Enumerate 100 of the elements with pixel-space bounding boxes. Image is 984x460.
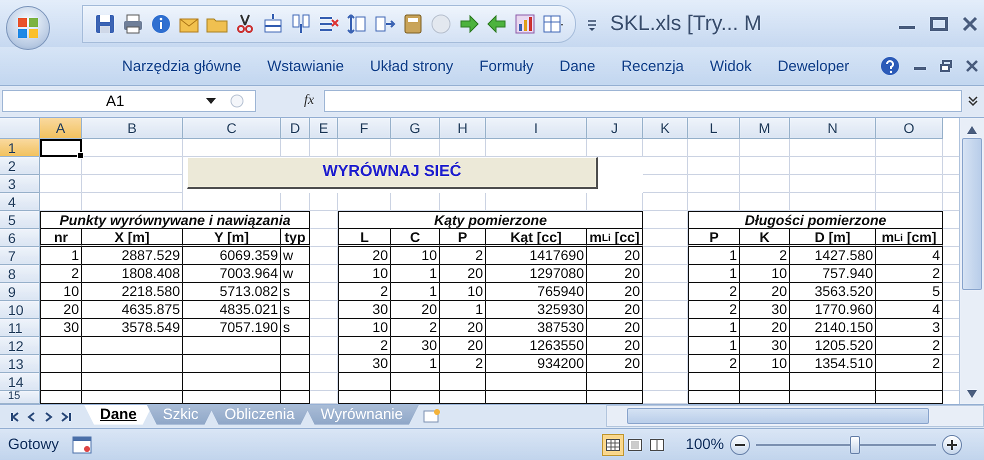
empty-cell[interactable]	[688, 192, 740, 211]
empty-cell[interactable]	[587, 192, 643, 211]
row-header[interactable]: 6	[0, 228, 40, 247]
down-arrow-icon[interactable]	[967, 390, 978, 398]
close-icon[interactable]	[966, 60, 978, 72]
fill-handle[interactable]	[77, 152, 84, 159]
macro-button[interactable]: WYRÓWNAJ SIEĆ	[187, 156, 598, 189]
empty-cell[interactable]	[643, 354, 688, 373]
empty-cell[interactable]	[310, 210, 338, 229]
empty-cell[interactable]	[876, 174, 943, 193]
row-header[interactable]: 11	[0, 318, 40, 337]
row-header[interactable]: 15	[0, 390, 40, 404]
row-header[interactable]: 1	[0, 138, 40, 157]
empty-cell[interactable]	[688, 156, 740, 175]
empty-cell[interactable]	[310, 192, 338, 211]
empty-cell[interactable]	[310, 246, 338, 265]
empty-cell[interactable]	[740, 138, 790, 157]
row-header[interactable]: 9	[0, 282, 40, 301]
sheet-column-header[interactable]: D	[281, 118, 310, 139]
empty-cell[interactable]	[82, 192, 183, 211]
horizontal-scrollbar[interactable]	[606, 404, 984, 427]
sheet-column-header[interactable]: G	[391, 118, 440, 139]
empty-cell[interactable]	[310, 228, 338, 247]
empty-cell[interactable]	[790, 138, 876, 157]
row-header[interactable]: 8	[0, 264, 40, 283]
scrollbar-thumb[interactable]	[962, 138, 982, 290]
row-header[interactable]: 3	[0, 174, 40, 193]
empty-cell[interactable]	[310, 354, 338, 373]
row-header[interactable]: 10	[0, 300, 40, 319]
sheet-column-header[interactable]: H	[440, 118, 486, 139]
printer-icon[interactable]	[121, 12, 145, 36]
function-label[interactable]: fx	[304, 93, 314, 110]
empty-cell[interactable]	[82, 138, 183, 157]
ribbon-tab[interactable]: Deweloper	[778, 58, 850, 75]
ribbon-tab[interactable]: Narzędzia główne	[122, 58, 242, 75]
chart-icon[interactable]	[513, 12, 537, 36]
row-header[interactable]: 12	[0, 336, 40, 355]
row-header[interactable]: 4	[0, 192, 40, 211]
empty-cell[interactable]	[688, 174, 740, 193]
empty-cell[interactable]	[310, 282, 338, 301]
sheet-column-header[interactable]: C	[183, 118, 281, 139]
zoom-out-button[interactable]	[730, 434, 750, 455]
empty-cell[interactable]	[876, 156, 943, 175]
sheet-column-header[interactable]: F	[338, 118, 391, 139]
ribbon-tab[interactable]: Dane	[559, 58, 596, 75]
empty-cell[interactable]	[281, 192, 310, 211]
office-button[interactable]	[6, 6, 50, 50]
sheet-column-header[interactable]: J	[587, 118, 643, 139]
normal-view-button[interactable]	[602, 434, 624, 456]
vertical-scrollbar[interactable]	[959, 118, 984, 404]
empty-cell[interactable]	[310, 300, 338, 319]
empty-cell[interactable]	[740, 156, 790, 175]
empty-cell[interactable]	[643, 246, 688, 265]
empty-cell[interactable]	[740, 192, 790, 211]
sheet-column-header[interactable]: B	[82, 118, 183, 139]
empty-cell[interactable]	[643, 264, 688, 283]
double-chevron-icon[interactable]	[967, 95, 979, 108]
ribbon-tab[interactable]: Wstawianie	[267, 58, 344, 75]
ribbon-tab[interactable]: Recenzja	[621, 58, 684, 75]
empty-cell[interactable]	[486, 192, 587, 211]
caret-icon[interactable]	[206, 98, 216, 104]
row-header[interactable]: 14	[0, 372, 40, 391]
formula-field[interactable]	[324, 90, 962, 112]
empty-cell[interactable]	[643, 318, 688, 337]
help-icon[interactable]	[880, 56, 900, 76]
empty-cell[interactable]	[643, 210, 688, 229]
empty-cell[interactable]	[310, 318, 338, 337]
row-header[interactable]: 2	[0, 156, 40, 175]
empty-cell[interactable]	[740, 174, 790, 193]
empty-cell[interactable]	[643, 174, 688, 193]
active-cell[interactable]	[40, 138, 82, 157]
empty-cell[interactable]	[82, 174, 183, 193]
row-header[interactable]: 7	[0, 246, 40, 265]
empty-cell[interactable]	[876, 192, 943, 211]
sheet-column-header[interactable]: O	[876, 118, 943, 139]
maximize-icon[interactable]	[930, 16, 948, 31]
empty-cell[interactable]	[338, 192, 391, 211]
record-macro-icon[interactable]	[70, 434, 93, 455]
empty-cell[interactable]	[643, 138, 688, 157]
sheet-column-header[interactable]: E	[310, 118, 338, 139]
empty-cell[interactable]	[82, 156, 183, 175]
sheet-column-header[interactable]: K	[643, 118, 688, 139]
empty-cell[interactable]	[643, 282, 688, 301]
empty-cell[interactable]	[790, 192, 876, 211]
scrollbar-thumb[interactable]	[627, 408, 929, 424]
empty-cell[interactable]	[790, 156, 876, 175]
insert-sheet-icon[interactable]	[420, 406, 443, 425]
sheet-column-header[interactable]: I	[486, 118, 587, 139]
empty-cell[interactable]	[643, 300, 688, 319]
empty-cell[interactable]	[688, 138, 740, 157]
empty-cell[interactable]	[440, 192, 486, 211]
sheet-column-header[interactable]: L	[688, 118, 740, 139]
ribbon-tab[interactable]: Formuły	[479, 58, 534, 75]
zoom-in-button[interactable]	[942, 434, 962, 455]
empty-cell[interactable]	[643, 372, 688, 391]
ribbon-tab[interactable]: Widok	[710, 58, 752, 75]
up-arrow-icon[interactable]	[967, 126, 978, 134]
row-header[interactable]: 5	[0, 210, 40, 229]
close-icon[interactable]	[962, 16, 978, 32]
empty-cell[interactable]	[643, 156, 688, 175]
